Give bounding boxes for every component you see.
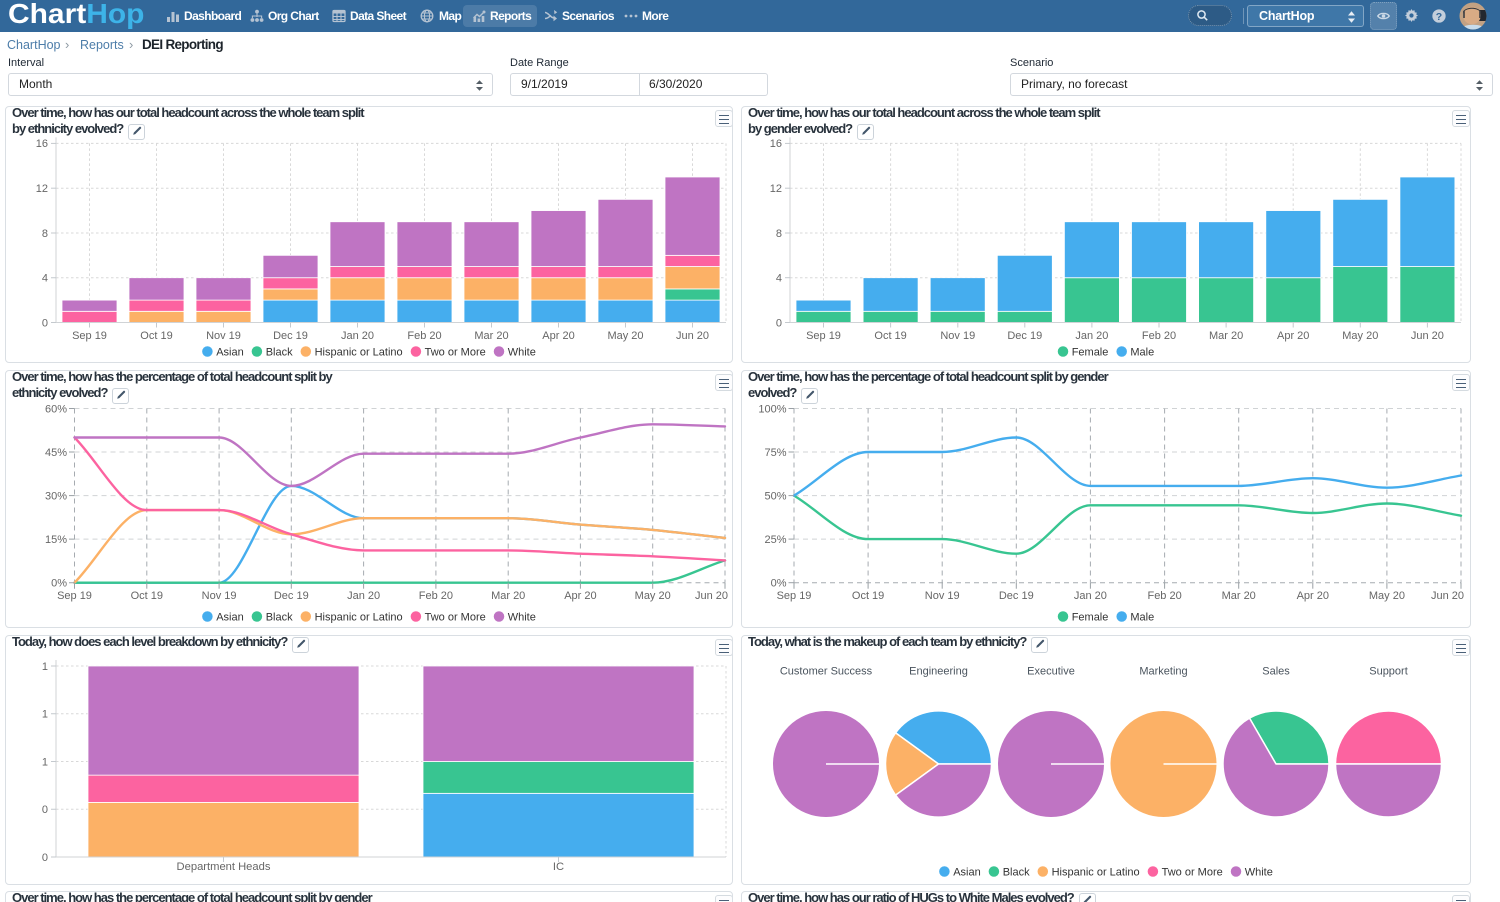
svg-text:Oct 19: Oct 19 — [874, 330, 906, 342]
svg-text:Nov 19: Nov 19 — [206, 330, 241, 342]
svg-text:Jun 20: Jun 20 — [695, 590, 728, 602]
svg-text:Sep 19: Sep 19 — [777, 590, 812, 602]
svg-text:0: 0 — [776, 317, 782, 329]
svg-text:May 20: May 20 — [635, 590, 671, 602]
svg-text:Black: Black — [266, 611, 293, 623]
svg-text:Sep 19: Sep 19 — [72, 330, 107, 342]
svg-text:Mar 20: Mar 20 — [1222, 590, 1256, 602]
svg-text:White: White — [508, 611, 536, 623]
svg-text:Hispanic or Latino: Hispanic or Latino — [1052, 866, 1140, 878]
svg-text:Apr 20: Apr 20 — [542, 330, 574, 342]
svg-text:Marketing: Marketing — [1139, 666, 1187, 678]
svg-text:Black: Black — [266, 346, 293, 358]
svg-text:Asian: Asian — [953, 866, 981, 878]
svg-text:Jan 20: Jan 20 — [341, 330, 374, 342]
svg-text:0%: 0% — [771, 578, 787, 590]
svg-text:Apr 20: Apr 20 — [564, 590, 596, 602]
svg-text:1: 1 — [42, 756, 48, 768]
svg-text:50%: 50% — [764, 490, 786, 502]
svg-text:Two or More: Two or More — [1162, 866, 1223, 878]
svg-text:Sales: Sales — [1262, 666, 1290, 678]
svg-text:White: White — [1245, 866, 1273, 878]
svg-text:16: 16 — [36, 138, 48, 150]
svg-text:60%: 60% — [45, 403, 67, 415]
svg-text:Department Heads: Department Heads — [177, 861, 271, 873]
svg-text:Two or More: Two or More — [425, 611, 486, 623]
svg-text:1: 1 — [42, 709, 48, 721]
svg-text:Two or More: Two or More — [425, 346, 486, 358]
svg-text:?: ? — [1436, 11, 1442, 23]
svg-text:White: White — [508, 346, 536, 358]
svg-text:Nov 19: Nov 19 — [202, 590, 237, 602]
svg-text:Jun 20: Jun 20 — [676, 330, 709, 342]
svg-text:Feb 20: Feb 20 — [419, 590, 453, 602]
svg-text:Nov 19: Nov 19 — [925, 590, 960, 602]
svg-text:Mar 20: Mar 20 — [491, 590, 525, 602]
svg-text:12: 12 — [770, 183, 782, 195]
svg-text:Dec 19: Dec 19 — [274, 590, 309, 602]
svg-text:May 20: May 20 — [1369, 590, 1405, 602]
svg-text:Feb 20: Feb 20 — [1142, 330, 1176, 342]
svg-text:Female: Female — [1072, 346, 1109, 358]
svg-text:0%: 0% — [51, 578, 67, 590]
svg-text:Apr 20: Apr 20 — [1297, 590, 1329, 602]
svg-text:Executive: Executive — [1027, 666, 1075, 678]
svg-text:Sep 19: Sep 19 — [57, 590, 92, 602]
svg-text:Asian: Asian — [216, 611, 244, 623]
svg-text:Mar 20: Mar 20 — [474, 330, 508, 342]
svg-text:Jun 20: Jun 20 — [1411, 330, 1444, 342]
svg-text:8: 8 — [42, 228, 48, 240]
svg-text:Oct 19: Oct 19 — [131, 590, 163, 602]
svg-text:Asian: Asian — [216, 346, 244, 358]
svg-text:Mar 20: Mar 20 — [1209, 330, 1243, 342]
svg-text:Hispanic or Latino: Hispanic or Latino — [315, 346, 403, 358]
svg-text:Female: Female — [1072, 611, 1109, 623]
svg-text:Feb 20: Feb 20 — [407, 330, 441, 342]
svg-text:0: 0 — [42, 317, 48, 329]
svg-text:1: 1 — [42, 661, 48, 673]
svg-text:Dec 19: Dec 19 — [1007, 330, 1042, 342]
svg-text:12: 12 — [36, 183, 48, 195]
svg-text:Oct 19: Oct 19 — [852, 590, 884, 602]
svg-text:Oct 19: Oct 19 — [140, 330, 172, 342]
svg-text:Male: Male — [1130, 611, 1154, 623]
svg-text:45%: 45% — [45, 447, 67, 459]
svg-text:Feb 20: Feb 20 — [1147, 590, 1181, 602]
svg-text:8: 8 — [776, 228, 782, 240]
svg-text:4: 4 — [776, 273, 782, 285]
svg-text:Jun 20: Jun 20 — [1431, 590, 1464, 602]
svg-text:Dec 19: Dec 19 — [273, 330, 308, 342]
svg-text:Jan 20: Jan 20 — [1075, 330, 1108, 342]
svg-text:30%: 30% — [45, 490, 67, 502]
svg-text:Sep 19: Sep 19 — [806, 330, 841, 342]
svg-text:Apr 20: Apr 20 — [1277, 330, 1309, 342]
svg-text:0: 0 — [42, 804, 48, 816]
svg-text:75%: 75% — [764, 447, 786, 459]
svg-text:25%: 25% — [764, 534, 786, 546]
svg-text:Engineering: Engineering — [909, 666, 968, 678]
svg-text:Jan 20: Jan 20 — [347, 590, 380, 602]
svg-text:May 20: May 20 — [1342, 330, 1378, 342]
svg-text:Support: Support — [1369, 666, 1408, 678]
svg-text:Dec 19: Dec 19 — [999, 590, 1034, 602]
svg-text:Jan 20: Jan 20 — [1074, 590, 1107, 602]
svg-text:Nov 19: Nov 19 — [940, 330, 975, 342]
svg-text:4: 4 — [42, 273, 48, 285]
svg-text:Hispanic or Latino: Hispanic or Latino — [315, 611, 403, 623]
svg-text:Black: Black — [1003, 866, 1030, 878]
svg-text:15%: 15% — [45, 534, 67, 546]
svg-text:16: 16 — [770, 138, 782, 150]
svg-text:100%: 100% — [758, 403, 786, 415]
svg-text:Male: Male — [1130, 346, 1154, 358]
svg-text:May 20: May 20 — [607, 330, 643, 342]
svg-text:0: 0 — [42, 852, 48, 864]
svg-text:IC: IC — [553, 861, 564, 873]
svg-text:Customer Success: Customer Success — [780, 666, 873, 678]
